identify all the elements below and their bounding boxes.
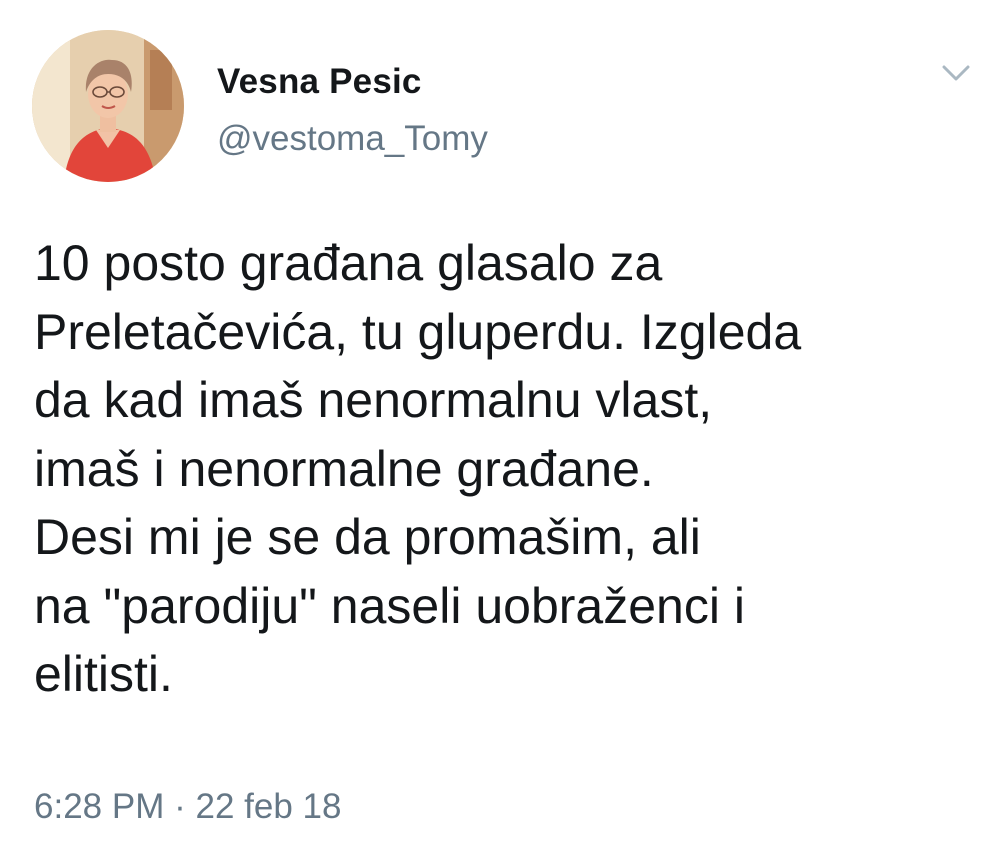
tweet-text-line: 10 posto građana glasalo za <box>34 235 663 291</box>
tweet-text-line: elitisti. <box>34 646 173 702</box>
profile-photo-icon <box>32 30 184 182</box>
author-display-name[interactable]: Vesna Pesic <box>217 62 422 102</box>
tweet-date: 22 feb 18 <box>195 787 342 826</box>
tweet-text-line: imaš i nenormalne građane. <box>34 440 654 497</box>
timestamp-separator: · <box>174 787 186 826</box>
tweet-timestamp[interactable]: 6:28 PM · 22 feb 18 <box>34 787 341 827</box>
tweet-menu-button[interactable] <box>938 60 974 86</box>
tweet-time: 6:28 PM <box>34 787 165 826</box>
author-handle[interactable]: @vestoma_Tomy <box>217 119 488 159</box>
chevron-down-icon <box>942 65 970 81</box>
tweet-text-line: Desi mi je se da promašim, ali <box>34 509 701 565</box>
tweet-card: Vesna Pesic @vestoma_Tomy 10 posto građa… <box>0 0 1000 864</box>
tweet-text-line: da kad imaš nenormalnu vlast, <box>34 372 713 428</box>
tweet-text: 10 posto građana glasalo za Preletačević… <box>34 229 984 709</box>
avatar[interactable] <box>32 30 184 182</box>
tweet-text-line: Preletačevića, tu gluperdu. Izgleda <box>34 303 802 360</box>
tweet-text-line: na "parodiju" naseli uobraženci i <box>34 577 745 634</box>
